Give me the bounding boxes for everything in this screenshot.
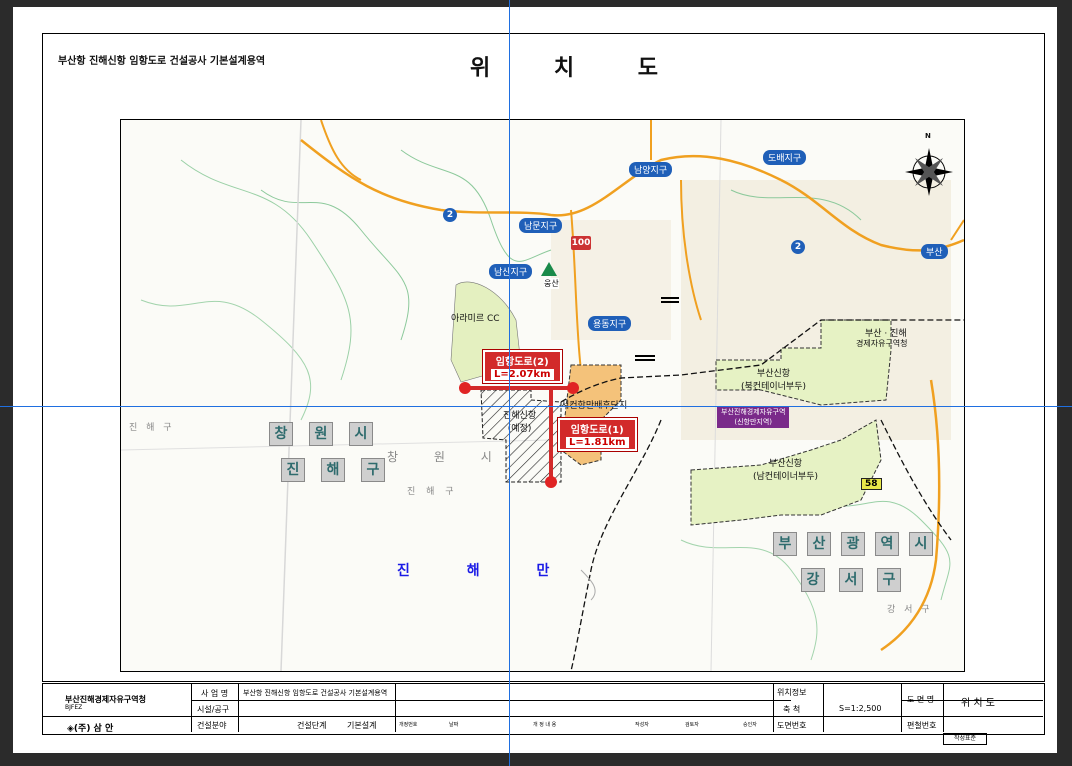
label-free-zone: 경제자유구역청: [856, 339, 908, 348]
label-gangseo-gu: 강 서 구: [887, 605, 933, 615]
drawing-no-label: 도면번호: [777, 721, 807, 730]
route-58-box: 58: [861, 478, 882, 490]
jinhae-gu-chars: 진 해 구: [281, 458, 385, 482]
char: 원: [309, 422, 333, 446]
compile-no-label: 편철번호: [907, 721, 937, 730]
stage-label: 건설단계: [297, 721, 327, 730]
road-box-1-length: L=1.81km: [566, 437, 629, 448]
label-jinhae-new-port: 진해신항 (예정): [503, 411, 537, 434]
drawing-title: 위 치 도: [470, 56, 687, 81]
label-seo-area: 서컨항만배후단지: [561, 401, 628, 411]
char: 서: [839, 568, 863, 592]
char: 진: [281, 458, 305, 482]
badge-yongdong: 용동지구: [588, 316, 632, 331]
drawing-name-label: 도 면 명: [907, 695, 935, 704]
badge-namyang: 남양지구: [629, 162, 673, 177]
changwon-city-chars: 창 원 시: [269, 422, 373, 446]
char: 부: [773, 532, 797, 556]
guide-line-horizontal: [0, 406, 1072, 407]
road-box-2: 임항도로(2) L=2.07km: [483, 350, 562, 383]
drawing-name-value: 위 치 도: [961, 698, 995, 709]
badge-busan: 부산: [921, 244, 948, 259]
road-box-1: 임항도로(1) L=1.81km: [558, 418, 637, 451]
badge-purple-zone: 부산진해경제자유구역 (신항만지역): [717, 406, 790, 428]
position-info-label: 위치정보: [777, 688, 807, 697]
gangseo-gu-chars: 강 서 구: [801, 568, 901, 592]
rev-col-content: 개 정 내 용: [533, 722, 557, 728]
badge-dobae: 도배지구: [763, 150, 807, 165]
rev-col-approver: 승인자: [743, 722, 757, 728]
company-name: ◈(주) 삼 안: [67, 724, 114, 734]
label-changwon-faint: 창 원 시: [387, 450, 508, 464]
label-jinhae-gu-faint: 진 해 구: [407, 487, 458, 497]
rev-col-reviewer: 검토자: [685, 722, 699, 728]
rev-col-no: 개정번호: [399, 722, 418, 728]
label-mountain: 웅산: [544, 278, 559, 289]
stage-value: 기본설계: [347, 721, 377, 730]
title-block: 부산진해경제자유구역청 BJFEZ ◈(주) 삼 안 사 업 명 부산항 진해신…: [42, 683, 1045, 735]
char: 창: [269, 422, 293, 446]
road-box-2-title: 임항도로(2): [495, 357, 549, 368]
badge-namsan: 남산지구: [489, 264, 533, 279]
route-2-shield-east: 2: [791, 240, 805, 254]
label-north-port: 부산신항 (북컨테이너부두): [741, 369, 806, 392]
standard-stamp: 작성표준: [943, 733, 987, 745]
road-box-2-length: L=2.07km: [491, 369, 554, 380]
road-box-1-title: 임항도로(1): [570, 425, 624, 436]
location-map: 아라미르 CC 서컨항만배후단지 부산 · 진해 경제자유구역청 부산신항 (북…: [120, 119, 965, 672]
sea-label: 진 해 만: [397, 563, 576, 579]
business-name-label: 사 업 명: [201, 689, 229, 698]
project-title: 부산항 진해신항 임항도로 건설공사 기본설계용역: [58, 56, 266, 67]
char: 해: [321, 458, 345, 482]
scale-value: S=1:2,500: [839, 704, 882, 713]
badge-nammun: 남문지구: [519, 218, 563, 233]
char: 광: [841, 532, 865, 556]
north-label: N: [925, 132, 931, 140]
label-arami-cc: 아라미르 CC: [451, 314, 500, 324]
route-100-shield: 100: [571, 236, 591, 250]
char: 시: [909, 532, 933, 556]
label-south-port: 부산신항 (남컨테이너부두): [753, 459, 818, 482]
scale-label: 축 척: [783, 705, 801, 714]
business-name-value: 부산항 진해신항 임항도로 건설공사 기본설계용역: [243, 689, 388, 697]
org-abbr: BJFEZ: [65, 704, 83, 711]
facility-label: 시설/공구: [197, 705, 230, 714]
route-2-shield-west: 2: [443, 208, 457, 222]
char: 역: [875, 532, 899, 556]
rev-col-author: 작성자: [635, 722, 649, 728]
char: 강: [801, 568, 825, 592]
busan-city-chars: 부 산 광 역 시: [773, 532, 933, 556]
field-label: 건설분야: [197, 721, 227, 730]
char: 산: [807, 532, 831, 556]
label-jinhae-gu-left: 진 해 구: [129, 423, 175, 433]
char: 구: [877, 568, 901, 592]
rev-col-date: 날짜: [449, 722, 459, 728]
guide-line-vertical: [509, 0, 510, 766]
char: 시: [349, 422, 373, 446]
char: 구: [361, 458, 385, 482]
